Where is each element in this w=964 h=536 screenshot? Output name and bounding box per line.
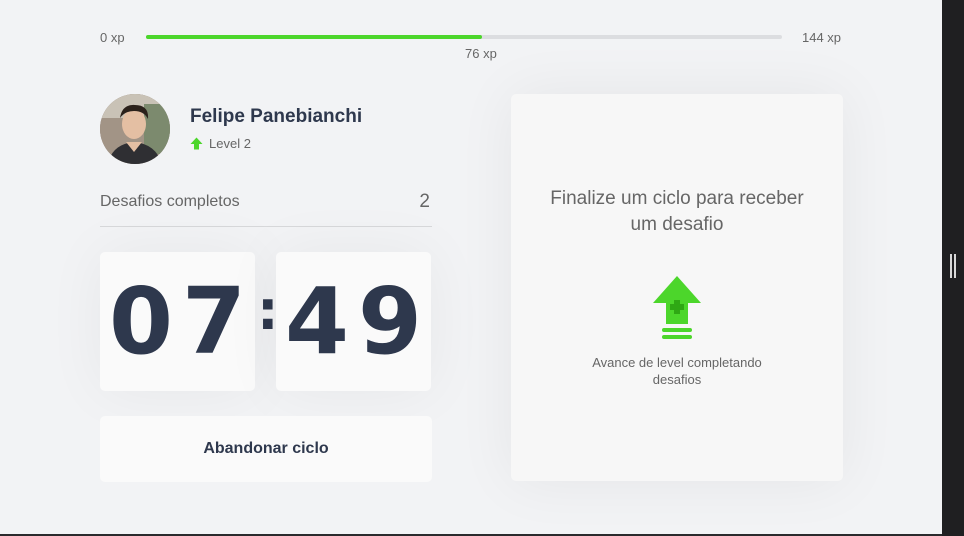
xp-progress-fill <box>146 35 482 39</box>
xp-min-label: 0 xp <box>100 30 125 45</box>
level-label: Level 2 <box>209 136 251 151</box>
xp-progress-bar <box>146 35 782 39</box>
countdown-digit: 9 <box>357 267 422 375</box>
countdown-seconds: 4 9 <box>276 252 431 391</box>
completed-challenges-count: 2 <box>419 191 430 212</box>
countdown-digit: 4 <box>284 267 349 375</box>
xp-current-label: 76 xp <box>465 46 497 61</box>
level-indicator: Level 2 <box>190 136 251 151</box>
xp-max-label: 144 xp <box>802 30 842 45</box>
avatar-photo <box>100 94 170 164</box>
countdown-digit: 0 <box>108 267 173 375</box>
countdown-digit: 7 <box>181 267 246 375</box>
level-up-arrow-icon <box>190 137 203 150</box>
challenge-card-title: Finalize um ciclo para receber um desafi… <box>550 188 804 235</box>
avatar <box>100 94 170 164</box>
completed-challenges-label: Desafios completos <box>100 193 240 210</box>
challenge-card: Finalize um ciclo para receber um desafi… <box>511 94 843 481</box>
level-up-icon <box>653 276 701 339</box>
countdown-minutes: 0 7 <box>100 252 255 391</box>
profile-name: Felipe Panebianchi <box>190 106 363 127</box>
page: 0 xp 144 xp 76 xp Felipe Panebianchi Lev… <box>0 0 964 536</box>
completed-challenges: Desafios completos 2 <box>100 186 432 227</box>
scrollbar[interactable] <box>942 0 964 536</box>
abandon-cycle-button[interactable]: Abandonar ciclo <box>100 416 432 482</box>
challenge-card-description: Avance de level completando desafios <box>592 355 762 387</box>
scrollbar-grip[interactable] <box>950 254 952 278</box>
